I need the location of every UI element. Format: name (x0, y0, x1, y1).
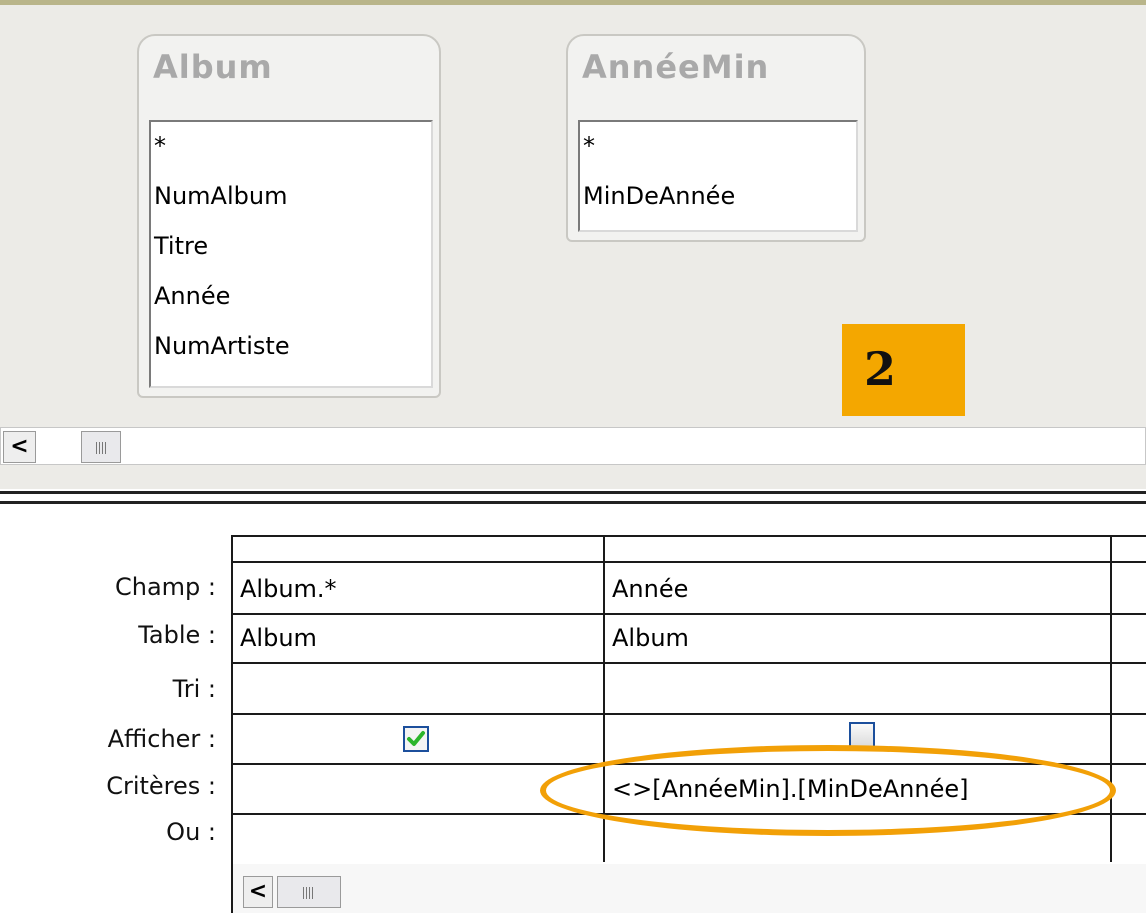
scroll-left-arrow-icon[interactable]: < (243, 876, 273, 908)
checkmark-icon (407, 731, 425, 746)
grid-line (231, 713, 1146, 715)
row-label-afficher: Afficher : (107, 725, 216, 753)
scroll-thumb-grip-icon (303, 887, 304, 899)
field-item[interactable]: NumArtiste (154, 332, 290, 360)
cell-champ-col2[interactable]: Année (612, 575, 688, 603)
cell-table-col2[interactable]: Album (612, 624, 689, 652)
grid-horizontal-scrollbar[interactable]: < (233, 864, 1146, 913)
field-item[interactable]: MinDeAnnée (583, 182, 735, 210)
criteria-highlight-ellipse (540, 745, 1116, 836)
scroll-thumb-grip-icon (96, 442, 97, 454)
table-title-anneemin: AnnéeMin (582, 48, 770, 86)
grid-line (231, 561, 1146, 563)
field-list-album[interactable]: * NumAlbum Titre Année NumArtiste (149, 120, 433, 388)
grid-line (231, 613, 1146, 615)
pane-splitter[interactable] (0, 489, 1146, 506)
scroll-left-arrow-icon[interactable]: < (3, 431, 36, 463)
scroll-thumb[interactable] (277, 876, 341, 908)
row-label-tri: Tri : (172, 675, 216, 703)
show-checkbox-col2[interactable] (849, 722, 875, 748)
field-list-anneemin[interactable]: * MinDeAnnée (578, 120, 858, 232)
row-label-champ: Champ : (114, 573, 216, 601)
step-badge: 2 (842, 324, 965, 416)
cell-table-col1[interactable]: Album (240, 624, 317, 652)
field-item[interactable]: NumAlbum (154, 182, 287, 210)
row-label-table: Table : (138, 621, 216, 649)
cell-champ-col1[interactable]: Album.* (240, 575, 337, 603)
table-box-album[interactable]: Album * NumAlbum Titre Année NumArtiste (137, 34, 441, 398)
upper-horizontal-scrollbar[interactable]: < (0, 427, 1146, 465)
field-item[interactable]: * (583, 132, 595, 160)
field-item[interactable]: Titre (154, 232, 208, 260)
table-box-anneemin[interactable]: AnnéeMin * MinDeAnnée (566, 34, 866, 242)
row-label-ou: Ou : (166, 818, 216, 846)
grid-line (231, 535, 233, 913)
scroll-thumb[interactable] (81, 431, 121, 463)
show-checkbox-col1[interactable] (403, 726, 429, 752)
table-title-album: Album (153, 48, 273, 86)
query-design-grid-pane (0, 506, 1146, 913)
field-item[interactable]: Année (154, 282, 230, 310)
field-item[interactable]: * (154, 132, 166, 160)
row-label-criteres: Critères : (106, 772, 216, 800)
grid-line (231, 535, 1146, 537)
step-badge-label: 2 (864, 342, 897, 396)
grid-line (231, 662, 1146, 664)
